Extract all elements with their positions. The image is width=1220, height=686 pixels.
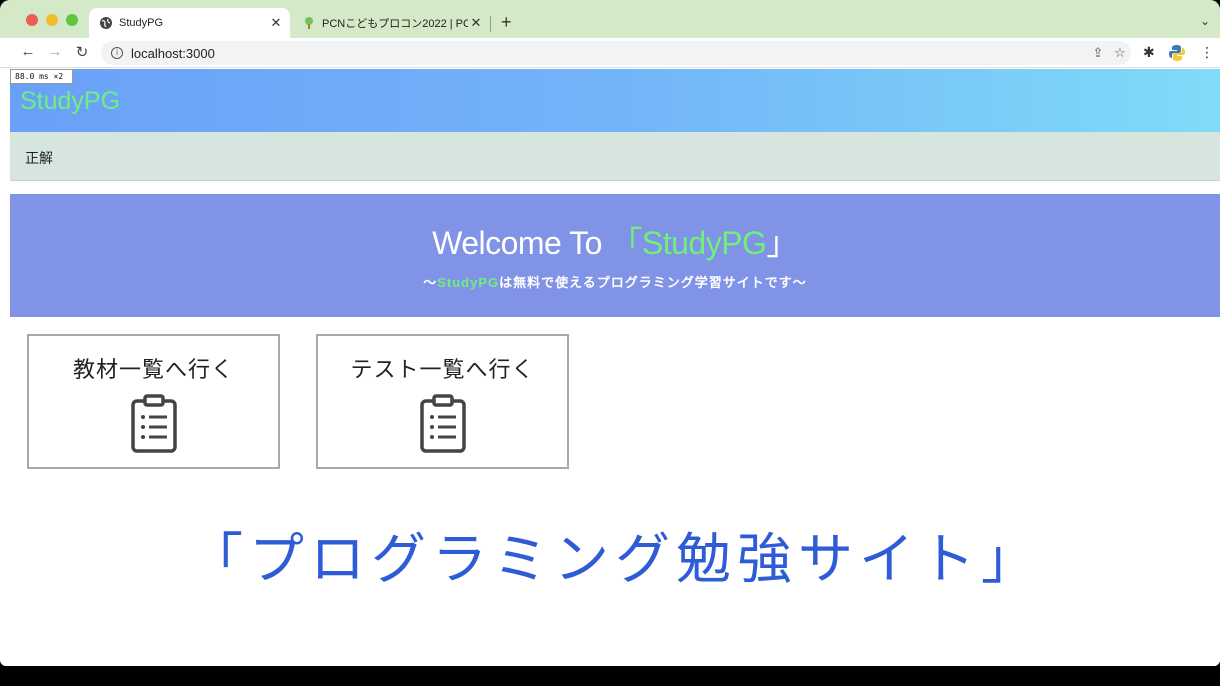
tests-card-button[interactable]: テスト一覧へ行く xyxy=(316,334,569,469)
kebab-menu-icon[interactable]: ⋮ xyxy=(1200,44,1214,61)
site-header: StudyPG xyxy=(10,69,1220,132)
materials-card-button[interactable]: 教材一覧へ行く xyxy=(27,334,280,469)
address-bar[interactable]: i localhost:3000 ⇪ ☆ xyxy=(101,41,1131,65)
close-tab-icon[interactable]: ✕ xyxy=(268,15,284,31)
browser-window: StudyPG ✕ PCNこどもプロコン2022 | PCN ✕ + ⌄ ← →… xyxy=(0,0,1220,666)
hero-welcome-text: Welcome To xyxy=(432,225,602,261)
hero-banner: Welcome To 「StudyPG」 〜StudyPGは無料で使えるプログラ… xyxy=(10,194,1220,317)
tab-pcn[interactable]: PCNこどもプロコン2022 | PCN ✕ xyxy=(294,8,490,38)
close-window-button[interactable] xyxy=(26,14,38,26)
hero-sub-name: StudyPG xyxy=(437,275,500,290)
tab-separator xyxy=(490,16,491,32)
extensions-puzzle-icon[interactable]: ✱ xyxy=(1143,44,1155,61)
zoom-window-button[interactable] xyxy=(66,14,78,26)
performance-overlay: 88.0 ms ×2 xyxy=(10,69,73,84)
clipboard-list-icon xyxy=(131,394,177,453)
hero-sub-prefix: 〜 xyxy=(423,275,438,290)
site-brand[interactable]: StudyPG xyxy=(20,87,120,116)
url-text: localhost:3000 xyxy=(131,45,215,61)
hero-open-bracket: 「 xyxy=(610,225,642,261)
chevron-down-icon[interactable]: ⌄ xyxy=(1200,14,1210,28)
back-arrow-icon[interactable]: ← xyxy=(19,43,37,60)
hero-close-bracket: 」 xyxy=(766,225,798,261)
tab-title: PCNこどもプロコン2022 | PCN xyxy=(322,18,468,30)
globe-icon xyxy=(100,17,112,29)
page-content: StudyPG 正解 Welcome To 「StudyPG」 〜StudyPG… xyxy=(10,69,1220,666)
bookmark-star-icon[interactable]: ☆ xyxy=(1109,45,1131,61)
tree-icon xyxy=(305,17,313,29)
hero-subtitle: 〜StudyPGは無料で使えるプログラミング学習サイトです〜 xyxy=(10,272,1220,291)
forward-arrow-icon[interactable]: → xyxy=(46,43,64,60)
info-icon[interactable]: i xyxy=(111,47,123,59)
card-label: 教材一覧へ行く xyxy=(72,357,234,382)
new-tab-button[interactable]: + xyxy=(501,12,512,33)
close-tab-icon[interactable]: ✕ xyxy=(468,15,484,31)
browser-toolbar: ← → ↻ i localhost:3000 ⇪ ☆ ✱ ⋮ xyxy=(0,38,1220,68)
window-controls xyxy=(26,14,78,26)
reload-icon[interactable]: ↻ xyxy=(73,43,91,61)
python-extension-icon[interactable] xyxy=(1168,44,1186,62)
share-icon[interactable]: ⇪ xyxy=(1087,45,1109,61)
card-label: テスト一覧へ行く xyxy=(350,357,535,382)
answer-link[interactable]: 正解 xyxy=(25,148,53,168)
minimize-window-button[interactable] xyxy=(46,14,58,26)
sub-navigation: 正解 xyxy=(10,132,1220,181)
tab-studypg[interactable]: StudyPG ✕ xyxy=(89,8,290,38)
tab-strip: StudyPG ✕ PCNこどもプロコン2022 | PCN ✕ + ⌄ xyxy=(0,0,1220,38)
hero-title: Welcome To 「StudyPG」 xyxy=(10,218,1220,264)
hero-site-name: StudyPG xyxy=(641,225,767,261)
tab-title: StudyPG xyxy=(119,17,164,29)
clipboard-list-icon xyxy=(420,394,466,453)
tagline-heading: 「プログラミング勉強サイト」 xyxy=(187,528,1042,590)
hero-sub-rest: は無料で使えるプログラミング学習サイトです〜 xyxy=(499,275,807,290)
